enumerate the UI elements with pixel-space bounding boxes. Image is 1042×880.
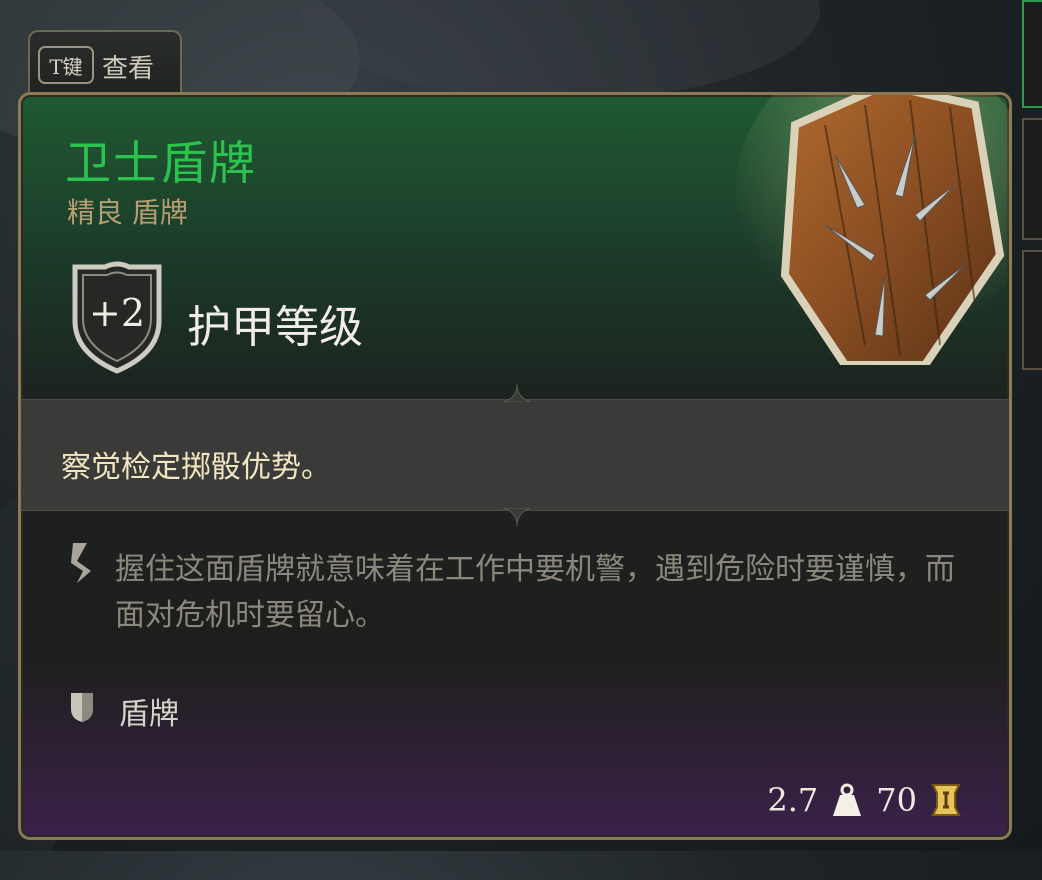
item-category: 盾牌 — [119, 697, 179, 732]
armor-class-badge: +2 — [69, 261, 165, 375]
effect-text: 察觉检定掷骰优势。 — [61, 450, 331, 485]
item-value: 70 — [876, 781, 917, 819]
quill-icon — [71, 543, 91, 583]
side-panel — [1022, 250, 1042, 370]
divider-notch-icon — [503, 508, 531, 526]
item-tooltip: 卫士盾牌 精良 盾牌 +2 护甲等级 察觉检定掷骰优势。 握住这面盾牌就意味着在… — [18, 92, 1012, 840]
divider-notch-icon — [503, 384, 531, 402]
side-panel — [1022, 118, 1042, 240]
effect-section: 察觉检定掷骰优势。 — [21, 384, 1009, 526]
weight-icon — [833, 783, 862, 816]
item-rarity-type: 精良 盾牌 — [67, 196, 188, 229]
armor-bonus-value: +2 — [88, 291, 146, 335]
shield-item-image — [735, 95, 1009, 365]
inspect-label: 查看 — [102, 54, 155, 84]
gold-coin-icon — [931, 784, 961, 816]
item-stats-footer: 2.7 70 — [767, 781, 961, 819]
inspect-tab[interactable]: T键 查看 — [28, 30, 182, 96]
flavor-text: 握住这面盾牌就意味着在工作中要机警，遇到危险时要谨慎，而面对危机时要留心。 — [115, 552, 955, 633]
shield-small-icon — [71, 693, 93, 722]
key-hint: T键 — [38, 46, 94, 84]
item-weight: 2.7 — [767, 781, 819, 819]
background-rock — [300, 0, 820, 100]
item-name: 卫士盾牌 — [65, 136, 257, 190]
side-panel — [1022, 0, 1042, 108]
armor-class-label: 护甲等级 — [187, 302, 363, 353]
